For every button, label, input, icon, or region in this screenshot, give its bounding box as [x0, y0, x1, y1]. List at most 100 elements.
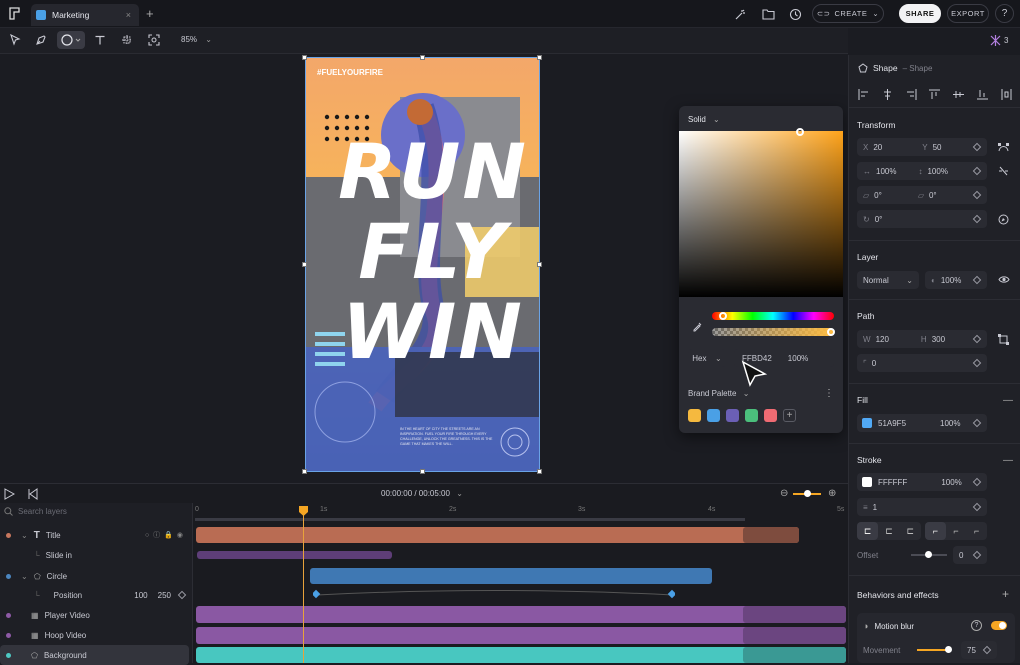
- stroke-width-field[interactable]: ≡ 1: [857, 498, 987, 516]
- alpha-slider[interactable]: [712, 328, 834, 336]
- keyframe-icon[interactable]: [972, 190, 982, 200]
- new-tab-icon[interactable]: +: [146, 6, 154, 21]
- keyframe-icon[interactable]: [972, 166, 982, 176]
- visibility-eye-icon[interactable]: [998, 275, 1010, 284]
- keyframe-icon[interactable]: [972, 550, 982, 560]
- zoom-out-icon[interactable]: ⊖: [780, 488, 788, 499]
- layer-background[interactable]: ⬠ Background: [0, 645, 189, 665]
- swatch-yellow[interactable]: [688, 409, 701, 422]
- compass-icon[interactable]: [998, 214, 1009, 225]
- more-options-icon[interactable]: ⋮: [824, 388, 834, 399]
- scale-fields[interactable]: ↔ 100% ↕ 100%: [857, 162, 987, 180]
- skew-fields[interactable]: ▱ 0° ▱ 0°: [857, 186, 987, 204]
- join-miter-icon[interactable]: ⌐: [925, 522, 946, 540]
- rotation-field[interactable]: ↻ 0°: [857, 210, 987, 228]
- layer-position[interactable]: └ Position 100 250: [0, 585, 193, 605]
- layer-search[interactable]: Search layers: [4, 507, 67, 516]
- select-tool-icon[interactable]: [4, 31, 26, 49]
- shape-tool-icon[interactable]: [57, 31, 85, 49]
- remove-stroke-icon[interactable]: —: [1003, 455, 1013, 466]
- stroke-inside-icon[interactable]: ⊏: [857, 522, 879, 540]
- layer-opacity-field[interactable]: ◐ 100%: [925, 271, 987, 289]
- distribute-icon[interactable]: [1001, 89, 1012, 100]
- folder-icon[interactable]: [761, 7, 775, 21]
- history-icon[interactable]: [788, 7, 802, 21]
- timeline-zoom-knob[interactable]: [804, 490, 811, 497]
- stroke-color-field[interactable]: FFFFFF 100%: [857, 473, 987, 491]
- resize-handle[interactable]: [302, 469, 307, 474]
- zoom-select[interactable]: 85% ⌄: [181, 35, 212, 44]
- unlink-icon[interactable]: [998, 166, 1009, 176]
- add-swatch-icon[interactable]: +: [783, 409, 796, 422]
- help-icon[interactable]: ?: [971, 620, 982, 631]
- fill-swatch[interactable]: [862, 418, 872, 428]
- resize-handle[interactable]: [420, 469, 425, 474]
- size-fields[interactable]: W 120 H 300: [857, 330, 987, 348]
- keyframe-icon[interactable]: [972, 334, 982, 344]
- join-bevel-icon[interactable]: ⌐: [966, 522, 987, 540]
- resize-handle[interactable]: [537, 262, 542, 267]
- layer-hoop-video[interactable]: ▦ Hoop Video: [0, 625, 193, 645]
- eyedropper-icon[interactable]: [691, 320, 703, 332]
- layer-player-video[interactable]: ▦ Player Video: [0, 605, 193, 625]
- stroke-center-icon[interactable]: ⊏: [878, 522, 899, 540]
- align-right-icon[interactable]: [906, 89, 917, 100]
- keyframe-icon[interactable]: [972, 275, 982, 285]
- share-button[interactable]: SHARE: [899, 4, 941, 23]
- crop-focus-icon[interactable]: [143, 31, 165, 49]
- join-round-icon[interactable]: ⌐: [946, 522, 967, 540]
- resize-handle[interactable]: [302, 55, 307, 60]
- keyframe-icon[interactable]: [972, 358, 982, 368]
- align-left-icon[interactable]: [858, 89, 869, 100]
- resize-handle[interactable]: [537, 55, 542, 60]
- blend-mode-select[interactable]: Normal ⌄: [857, 271, 919, 289]
- keyframe-icon[interactable]: [982, 645, 992, 655]
- layer-slide-in[interactable]: └ Slide in: [0, 545, 193, 565]
- expand-chevron-icon[interactable]: ⌄: [21, 531, 28, 540]
- close-tab-icon[interactable]: ×: [126, 10, 131, 20]
- position-y[interactable]: 250: [158, 591, 171, 600]
- remove-fill-icon[interactable]: —: [1003, 395, 1013, 406]
- bounding-box-icon[interactable]: [998, 334, 1009, 345]
- swatch-blue[interactable]: [707, 409, 720, 422]
- pen-tool-icon[interactable]: [30, 31, 52, 49]
- saturation-knob[interactable]: [796, 128, 804, 136]
- align-top-icon[interactable]: [929, 89, 941, 100]
- time-ruler[interactable]: 0 1s 2s 3s 4s 5s: [193, 503, 848, 519]
- layer-circle[interactable]: ⌄ ⬠ Circle: [0, 566, 193, 586]
- collaborators-indicator[interactable]: 3: [990, 35, 1008, 46]
- text-tool-icon[interactable]: [89, 31, 111, 49]
- resize-handle[interactable]: [420, 55, 425, 60]
- align-middle-icon[interactable]: [953, 89, 965, 100]
- swatch-green[interactable]: [745, 409, 758, 422]
- layer-title[interactable]: ⌄ T Title ○ⓘ🔒◉: [0, 525, 193, 545]
- play-icon[interactable]: [4, 488, 15, 500]
- align-bottom-icon[interactable]: [977, 89, 989, 100]
- hue-knob[interactable]: [719, 312, 727, 320]
- work-area-bar[interactable]: [195, 518, 745, 521]
- color-format-select[interactable]: Hex ⌄: [688, 349, 726, 367]
- time-display[interactable]: 00:00:00 / 00:05:00 ⌄: [381, 489, 463, 498]
- movement-field[interactable]: 75: [961, 641, 997, 659]
- track-position[interactable]: [313, 588, 675, 602]
- layer-actions-icons[interactable]: ○ⓘ🔒◉: [145, 530, 187, 540]
- movement-slider-knob[interactable]: [945, 646, 952, 653]
- track-slide-in[interactable]: [197, 551, 392, 559]
- resize-handle[interactable]: [302, 262, 307, 267]
- offset-slider-knob[interactable]: [925, 551, 932, 558]
- keyframe-icon[interactable]: [972, 477, 982, 487]
- swatch-red[interactable]: [764, 409, 777, 422]
- offset-field[interactable]: 0: [953, 546, 987, 564]
- corner-radius-field[interactable]: ⌜ 0: [857, 354, 987, 372]
- tab-marketing[interactable]: Marketing ×: [31, 4, 139, 26]
- path-edit-icon[interactable]: [998, 142, 1009, 152]
- stroke-outside-icon[interactable]: ⊏: [900, 522, 921, 540]
- magic-icon[interactable]: [733, 7, 747, 21]
- saturation-value-area[interactable]: [679, 131, 843, 297]
- skip-back-icon[interactable]: [27, 488, 38, 500]
- track-title[interactable]: [196, 527, 799, 543]
- alpha-knob[interactable]: [827, 328, 835, 336]
- keyframe-icon[interactable]: [972, 214, 982, 224]
- add-behavior-icon[interactable]: +: [1002, 587, 1009, 601]
- zoom-in-icon[interactable]: ⊕: [828, 488, 836, 499]
